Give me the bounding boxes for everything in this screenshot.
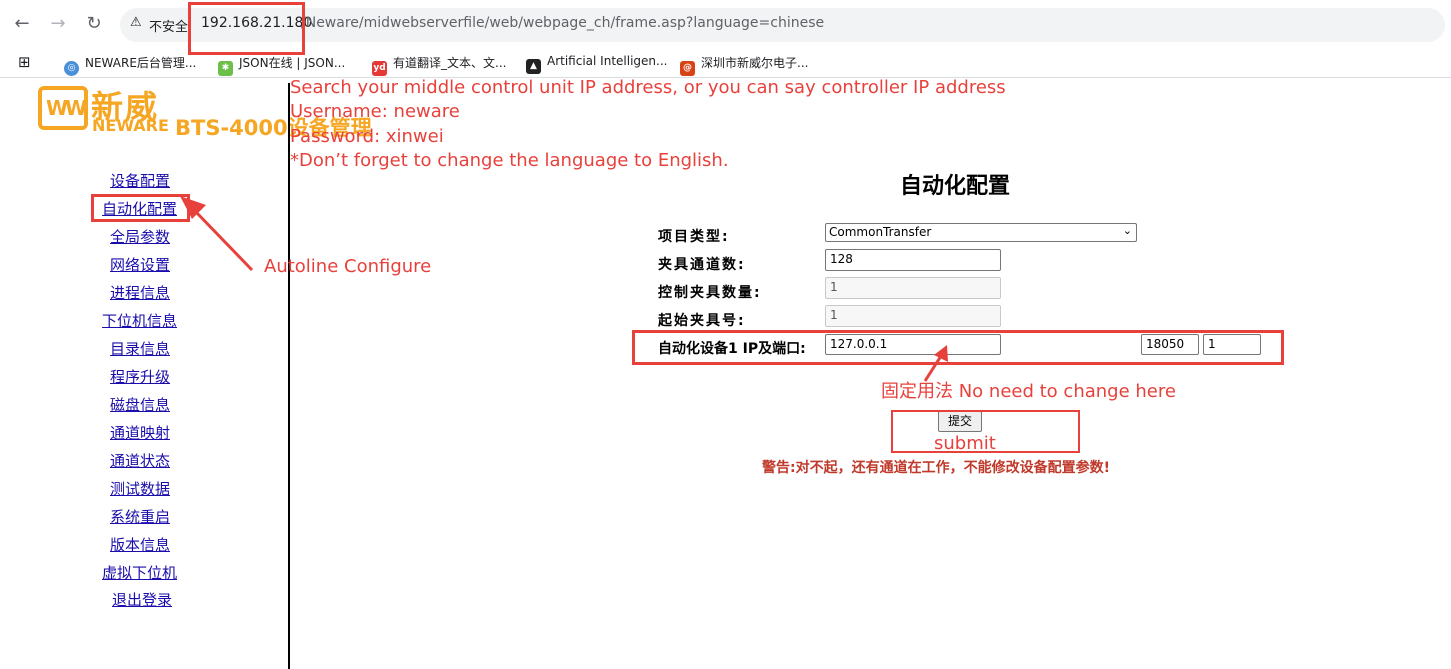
bookmark-label: NEWARE后台管理... (85, 56, 197, 70)
sidebar-item-disk[interactable]: 磁盘信息 (110, 394, 170, 415)
bookmark-label: JSON在线 | JSON... (239, 56, 346, 70)
apps-grid-icon[interactable]: ⊞ (18, 53, 31, 71)
youdao-icon: yd (372, 61, 387, 76)
warning-triangle-icon[interactable]: ⚠ (130, 15, 142, 30)
fixture-channels-input[interactable]: 128 (825, 249, 1001, 271)
sidebar-item-version[interactable]: 版本信息 (110, 534, 170, 555)
sidebar-item-directory[interactable]: 目录信息 (110, 338, 170, 359)
bookmark-item[interactable]: ◎ NEWARE后台管理... (64, 54, 197, 76)
start-fixture-input[interactable]: 1 (825, 305, 1001, 327)
neware-icon: @ (680, 61, 695, 76)
logo-mark: WW (38, 86, 88, 130)
sidebar-item-virtual-machine[interactable]: 虚拟下位机 (102, 562, 177, 583)
bookmark-label: Artificial Intelligen... (547, 54, 668, 68)
highlight-submit-box (891, 410, 1080, 453)
control-fixture-count-label: 控制夹具数量: (658, 285, 762, 301)
annotation-password: Password: xinwei (290, 126, 444, 147)
sidebar-item-channel-status[interactable]: 通道状态 (110, 450, 170, 471)
project-type-label: 项目类型: (658, 229, 730, 245)
start-fixture-label: 起始夹具号: (658, 313, 746, 329)
bookmark-label: 有道翻译_文本、文... (393, 56, 507, 70)
annotation-autoline: Autoline Configure (264, 256, 432, 277)
bookmark-label: 深圳市新威尔电子... (701, 56, 809, 70)
sidebar-item-process[interactable]: 进程信息 (110, 282, 170, 303)
warning-message: 警告:对不起，还有通道在工作，不能修改设备配置参数! (762, 460, 1110, 476)
highlight-ip-box (188, 2, 305, 55)
sidebar-item-logout[interactable]: 退出登录 (112, 589, 172, 610)
sidebar-item-reboot[interactable]: 系统重启 (110, 506, 170, 527)
sidebar-item-upgrade[interactable]: 程序升级 (110, 366, 170, 387)
sidebar-item-network[interactable]: 网络设置 (110, 254, 170, 275)
logo-mark-text: WW (46, 96, 87, 120)
forward-icon[interactable]: → (46, 12, 70, 36)
ai-icon: ▲ (526, 59, 541, 74)
sidebar-item-lower-machine[interactable]: 下位机信息 (102, 310, 177, 331)
bookmark-item[interactable]: @ 深圳市新威尔电子... (680, 54, 809, 76)
annotation-language: *Don’t forget to change the language to … (290, 150, 729, 171)
json-icon: ✱ (218, 61, 233, 76)
highlight-device-row-box (632, 330, 1284, 365)
page-title: 自动化配置 (900, 174, 1011, 199)
annotation-ip: Search your middle control unit IP addre… (290, 77, 1006, 98)
bookmark-item[interactable]: ▲ Artificial Intelligen... (526, 54, 668, 74)
logo-en: NEWARE (92, 116, 169, 135)
fixture-channels-label: 夹具通道数: (658, 257, 746, 273)
sidebar-item-test-data[interactable]: 测试数据 (110, 478, 170, 499)
sidebar-item-channel-map[interactable]: 通道映射 (110, 422, 170, 443)
security-label[interactable]: 不安全 (149, 16, 188, 35)
reload-icon[interactable]: ↻ (82, 12, 106, 36)
url-path[interactable]: /Neware/midwebserverfile/web/webpage_ch/… (301, 15, 824, 31)
back-icon[interactable]: ← (10, 12, 34, 36)
project-type-value: CommonTransfer (829, 225, 932, 239)
control-fixture-count-input[interactable]: 1 (825, 277, 1001, 299)
sidebar-item-global-params[interactable]: 全局参数 (110, 226, 170, 247)
sidebar-item-device-config[interactable]: 设备配置 (110, 170, 170, 191)
bookmark-item[interactable]: yd 有道翻译_文本、文... (372, 54, 507, 76)
project-type-select[interactable]: CommonTransfer ⌄ (825, 223, 1137, 242)
highlight-sidebar-box (91, 194, 190, 222)
annotation-username: Username: neware (290, 101, 460, 122)
arrow-autoline (180, 196, 254, 272)
chevron-down-icon: ⌄ (1122, 224, 1132, 237)
globe-icon: ◎ (64, 61, 79, 76)
bookmark-item[interactable]: ✱ JSON在线 | JSON... (218, 54, 346, 76)
annotation-fixed: 固定用法 No need to change here (881, 381, 1176, 402)
